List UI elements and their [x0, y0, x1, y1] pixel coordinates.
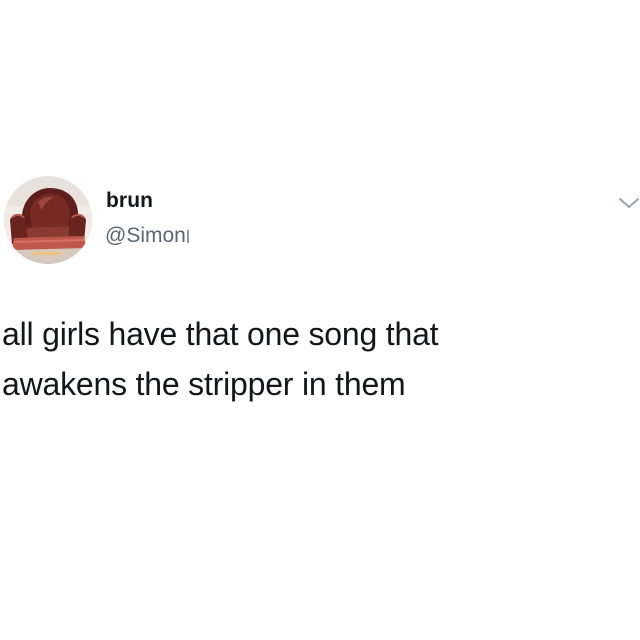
user-handle[interactable]: @Simon — [105, 223, 189, 249]
user-handle-text: @Simon — [105, 224, 186, 247]
tweet-text-line: all girls have that one song that — [2, 316, 439, 352]
display-name[interactable]: brun — [106, 188, 153, 214]
handle-truncation-mark — [186, 230, 189, 243]
tweet-text-line: awakens the stripper in them — [2, 366, 406, 402]
avatar[interactable] — [4, 176, 92, 264]
tweet-card: brun @Simon all girls have that one song… — [0, 0, 640, 640]
chevron-down-icon[interactable] — [618, 196, 640, 210]
armchair-photo — [4, 176, 92, 264]
tweet-text: all girls have that one song that awaken… — [2, 309, 632, 409]
